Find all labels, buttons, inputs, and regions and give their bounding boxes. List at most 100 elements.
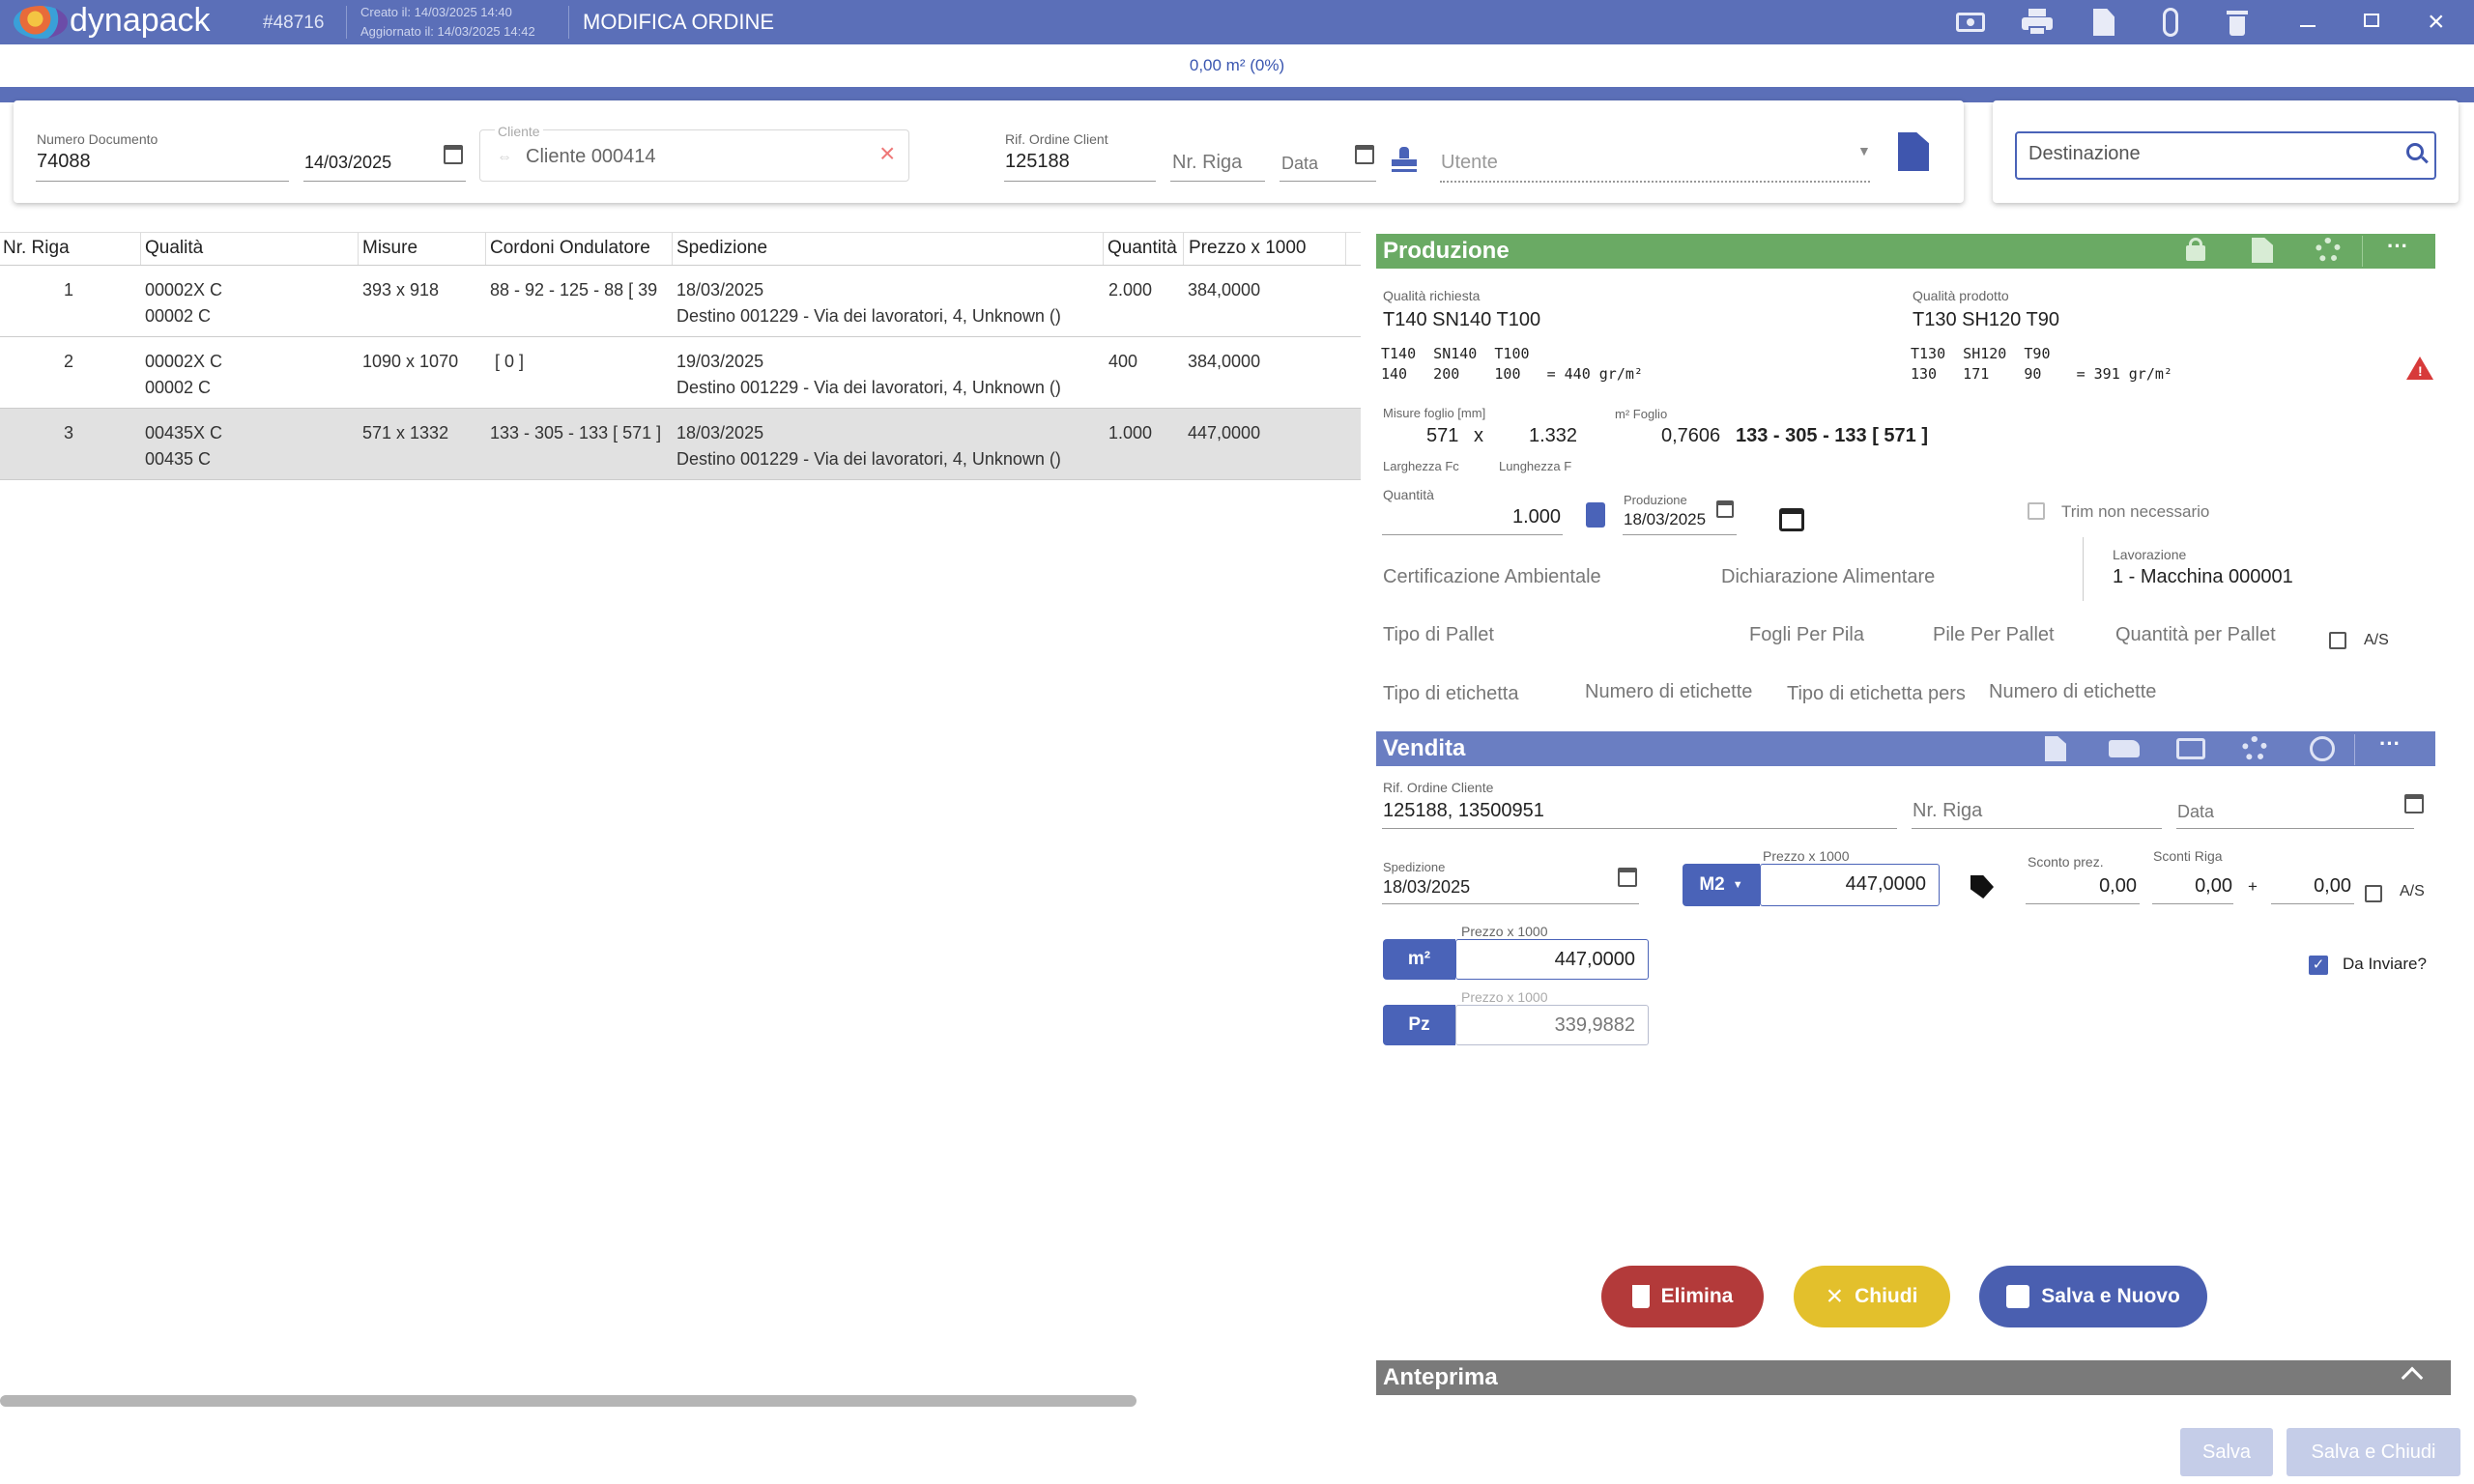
- lunghezza-field[interactable]: 1.332: [1529, 425, 1577, 447]
- col-prezzo[interactable]: Prezzo x 1000: [1189, 238, 1306, 259]
- as-checkbox[interactable]: [2329, 632, 2346, 649]
- settings-icon[interactable]: [2316, 238, 2341, 263]
- col-qualita[interactable]: Qualità: [145, 238, 203, 259]
- lavorazione-value[interactable]: 1 - Macchina 000001: [2113, 566, 2293, 588]
- cliente-value: Cliente 000414: [526, 146, 656, 167]
- chiudi-button[interactable]: × Chiudi: [1794, 1266, 1950, 1327]
- m2-button[interactable]: m²: [1383, 939, 1455, 980]
- trim-checkbox[interactable]: [2028, 502, 2045, 520]
- larghezza-field[interactable]: 571: [1426, 425, 1458, 447]
- row-qualita-1: 00435X C: [145, 423, 223, 442]
- data-field[interactable]: Data: [1281, 154, 1318, 174]
- save-icon: [2006, 1285, 2030, 1308]
- pile-pallet-field[interactable]: Pile Per Pallet: [1933, 624, 2055, 646]
- salva-e-chiudi-button[interactable]: Salva e Chiudi: [2287, 1428, 2460, 1476]
- calendar-icon[interactable]: [1618, 868, 1637, 887]
- col-spedizione[interactable]: Spedizione: [676, 238, 767, 259]
- qp-values: 130 171 90 = 391 gr/m²: [1911, 365, 2172, 383]
- logo-icon: [14, 6, 68, 39]
- horizontal-scrollbar[interactable]: [0, 1395, 1136, 1407]
- anteprima-header[interactable]: Anteprima: [1376, 1360, 2451, 1395]
- calendar-icon[interactable]: [444, 145, 463, 164]
- close-icon[interactable]: ×: [2428, 4, 2445, 41]
- col-cordoni[interactable]: Cordoni Ondulatore: [490, 238, 650, 259]
- prezzo-label: Prezzo x 1000: [1761, 848, 1852, 864]
- sconto-prez-field[interactable]: 0,00: [2026, 875, 2137, 898]
- nr-riga-field[interactable]: Nr. Riga: [1172, 152, 1242, 174]
- spedizione-label: Spedizione: [1383, 860, 1446, 874]
- row-cordoni: 133 - 305 - 133 [ 571 ]: [490, 423, 662, 442]
- document-date-field[interactable]: 14/03/2025: [304, 153, 391, 173]
- da-inviare-checkbox[interactable]: ✓: [2309, 956, 2328, 975]
- more-icon[interactable]: ···: [2387, 234, 2408, 259]
- pz-button[interactable]: Pz: [1383, 1005, 1455, 1045]
- unit-select[interactable]: M2 ▼: [1683, 864, 1760, 906]
- certificazione-field[interactable]: Certificazione Ambientale: [1383, 566, 1601, 588]
- chevron-down-icon[interactable]: ▼: [1857, 143, 1871, 158]
- salva-e-nuovo-button[interactable]: Salva e Nuovo: [1979, 1266, 2207, 1327]
- spedizione-field[interactable]: 18/03/2025: [1383, 877, 1470, 898]
- minimize-icon[interactable]: [2300, 25, 2316, 27]
- tipo-etichetta-field[interactable]: Tipo di etichetta: [1383, 683, 1518, 705]
- attachment-icon[interactable]: [2163, 8, 2178, 37]
- qty-pallet-field[interactable]: Quantità per Pallet: [2115, 624, 2276, 646]
- trash-icon[interactable]: [2227, 9, 2248, 36]
- row-prezzo: 384,0000: [1188, 280, 1261, 300]
- stamp-icon[interactable]: [1392, 147, 1417, 172]
- vendita-title: Vendita: [1383, 735, 1466, 761]
- calendar-check-icon[interactable]: [1779, 508, 1804, 531]
- document-icon[interactable]: [2093, 9, 2114, 36]
- qr-values: 140 200 100 = 440 gr/m²: [1381, 365, 1643, 383]
- m2-foglio: 0,7606: [1661, 425, 1721, 446]
- quantita-field[interactable]: 1.000: [1512, 506, 1561, 528]
- tipo-pallet-field[interactable]: Tipo di Pallet: [1383, 624, 1494, 646]
- settings-icon[interactable]: [2242, 736, 2267, 761]
- data-field[interactable]: Data: [2177, 802, 2214, 822]
- nr-riga-field[interactable]: Nr. Riga: [1913, 800, 1982, 822]
- rif-ordine-cliente-label: Rif. Ordine Cliente: [1383, 780, 1494, 795]
- qualita-richiesta-label: Qualità richiesta: [1383, 288, 1481, 303]
- history-icon[interactable]: [2310, 736, 2335, 761]
- tipo-etichetta-pers-field[interactable]: Tipo di etichetta pers: [1787, 683, 1972, 705]
- sconti-riga-2[interactable]: 0,00: [2271, 875, 2351, 898]
- dichiarazione-field[interactable]: Dichiarazione Alimentare: [1721, 566, 1935, 588]
- calendar-icon[interactable]: [2404, 794, 2424, 813]
- money-icon[interactable]: [1956, 13, 1985, 32]
- as-checkbox[interactable]: [2365, 885, 2382, 902]
- produzione-date-label: Produzione: [1624, 493, 1687, 507]
- trash-icon: [1631, 1285, 1650, 1308]
- calculator-icon[interactable]: [1586, 502, 1605, 528]
- numero-etichette-field[interactable]: Numero di etichette: [1585, 681, 1752, 703]
- utente-field[interactable]: Utente: [1441, 152, 1498, 174]
- rif-ordine-cliente-field[interactable]: 125188, 13500951: [1383, 800, 1544, 822]
- trim-label: Trim non necessario: [2061, 502, 2210, 521]
- produzione-date-field[interactable]: 18/03/2025: [1624, 510, 1706, 529]
- money-icon[interactable]: [2176, 738, 2205, 759]
- calendar-icon[interactable]: [1355, 145, 1374, 164]
- more-icon[interactable]: ···: [2379, 731, 2401, 756]
- qualita-prodotto-label: Qualità prodotto: [1913, 288, 2009, 303]
- rif-ordine-field[interactable]: 125188: [1005, 151, 1070, 173]
- restore-icon[interactable]: [2364, 14, 2379, 27]
- elimina-button[interactable]: Elimina: [1601, 1266, 1764, 1327]
- row-destinazione: Destino 001229 - Via dei lavoratori, 4, …: [676, 306, 1061, 326]
- order-id: #48716: [263, 13, 325, 33]
- print-icon[interactable]: [2022, 9, 2053, 36]
- col-quantita[interactable]: Quantità: [1108, 238, 1181, 259]
- col-misure[interactable]: Misure: [362, 238, 417, 259]
- fogli-pila-field[interactable]: Fogli Per Pila: [1749, 624, 1864, 646]
- numero-documento-field[interactable]: 74088: [37, 151, 91, 173]
- produzione-header: Produzione: [1376, 234, 2435, 269]
- clear-icon[interactable]: ×: [879, 139, 895, 168]
- col-nr-riga[interactable]: Nr. Riga: [3, 238, 70, 259]
- sconti-riga-1[interactable]: 0,00: [2152, 875, 2232, 898]
- truck-icon[interactable]: [2109, 740, 2140, 757]
- title-bar: dynapack #48716 Creato il: 14/03/2025 14…: [0, 0, 2474, 44]
- lunghezza-label: Lunghezza F: [1499, 459, 1572, 473]
- tag-icon[interactable]: [1971, 875, 1994, 899]
- calendar-icon[interactable]: [1716, 500, 1734, 518]
- salva-button[interactable]: Salva: [2180, 1428, 2273, 1476]
- numero-etichette-2-field[interactable]: Numero di etichette: [1989, 681, 2156, 703]
- row-quantita: 400: [1108, 352, 1138, 371]
- row-prezzo: 447,0000: [1188, 423, 1261, 442]
